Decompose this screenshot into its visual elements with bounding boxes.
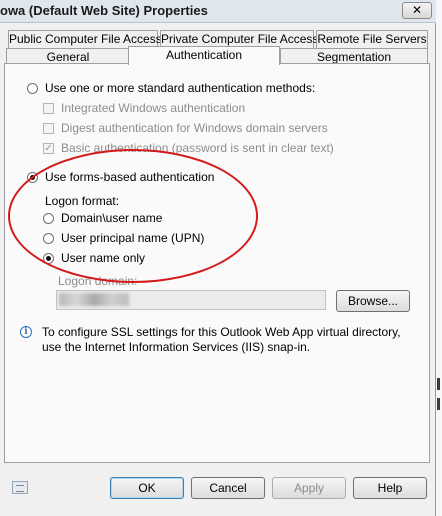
background-window-edge <box>436 0 442 516</box>
button-label: Apply <box>293 481 325 495</box>
window-title: owa (Default Web Site) Properties <box>0 3 208 18</box>
edge-marker <box>437 378 440 390</box>
logon-format-label: Logon format: <box>45 194 120 208</box>
tab-label: General <box>46 50 90 64</box>
ok-button[interactable]: OK <box>110 477 184 499</box>
digest-auth-checkbox[interactable] <box>43 123 54 134</box>
edge-marker <box>437 398 440 410</box>
tab-authentication[interactable]: Authentication <box>128 46 280 65</box>
redacted-domain-value <box>59 293 129 306</box>
close-icon: ✕ <box>411 3 423 17</box>
basic-auth-checkbox[interactable]: ✓ <box>43 143 54 154</box>
format-user-name-only-label: User name only <box>61 251 146 265</box>
digest-auth-label: Digest authentication for Windows domain… <box>61 121 328 135</box>
format-domain-user-radio[interactable] <box>43 213 54 224</box>
cancel-button[interactable]: Cancel <box>191 477 265 499</box>
tab-label: Segmentation <box>316 50 392 64</box>
apply-button[interactable]: Apply <box>272 477 346 499</box>
forms-auth-radio[interactable] <box>27 172 38 183</box>
format-upn-label: User principal name (UPN) <box>61 231 205 245</box>
close-button[interactable]: ✕ <box>402 2 432 19</box>
tab-label: Authentication <box>165 48 243 62</box>
button-label: Help <box>377 481 403 495</box>
tab-label: Public Computer File Access <box>9 32 162 46</box>
format-domain-user-label: Domain\user name <box>61 211 163 225</box>
tab-remote-file-servers[interactable]: Remote File Servers <box>316 30 428 48</box>
integrated-windows-checkbox[interactable] <box>43 103 54 114</box>
properties-dialog: owa (Default Web Site) Properties ✕ Publ… <box>0 0 436 516</box>
browse-button[interactable]: Browse... <box>336 290 410 312</box>
check-mark-icon: ✓ <box>44 143 53 154</box>
info-icon: i <box>20 326 32 338</box>
tab-segmentation[interactable]: Segmentation <box>280 48 428 64</box>
tab-general[interactable]: General <box>6 48 130 64</box>
authentication-panel: Use one or more standard authentication … <box>4 63 430 463</box>
ssl-info-text: To configure SSL settings for this Outlo… <box>42 325 401 354</box>
button-label: Browse... <box>347 294 398 308</box>
tab-label: Private Computer File Access <box>161 32 319 46</box>
logon-domain-label: Logon domain: <box>58 274 138 288</box>
integrated-windows-label: Integrated Windows authentication <box>61 101 246 115</box>
console-icon <box>12 481 28 494</box>
help-button[interactable]: Help <box>353 477 427 499</box>
standard-auth-label: Use one or more standard authentication … <box>45 81 316 95</box>
tab-label: Remote File Servers <box>317 32 427 46</box>
title-bar: owa (Default Web Site) Properties ✕ <box>0 0 436 23</box>
button-label: Cancel <box>209 481 247 495</box>
standard-auth-radio[interactable] <box>27 83 38 94</box>
basic-auth-label: Basic authentication (password is sent i… <box>61 141 334 155</box>
logon-domain-input[interactable] <box>56 290 326 310</box>
format-upn-radio[interactable] <box>43 233 54 244</box>
forms-auth-label: Use forms-based authentication <box>45 170 215 184</box>
button-label: OK <box>138 481 156 495</box>
format-user-name-only-radio[interactable] <box>43 253 54 264</box>
